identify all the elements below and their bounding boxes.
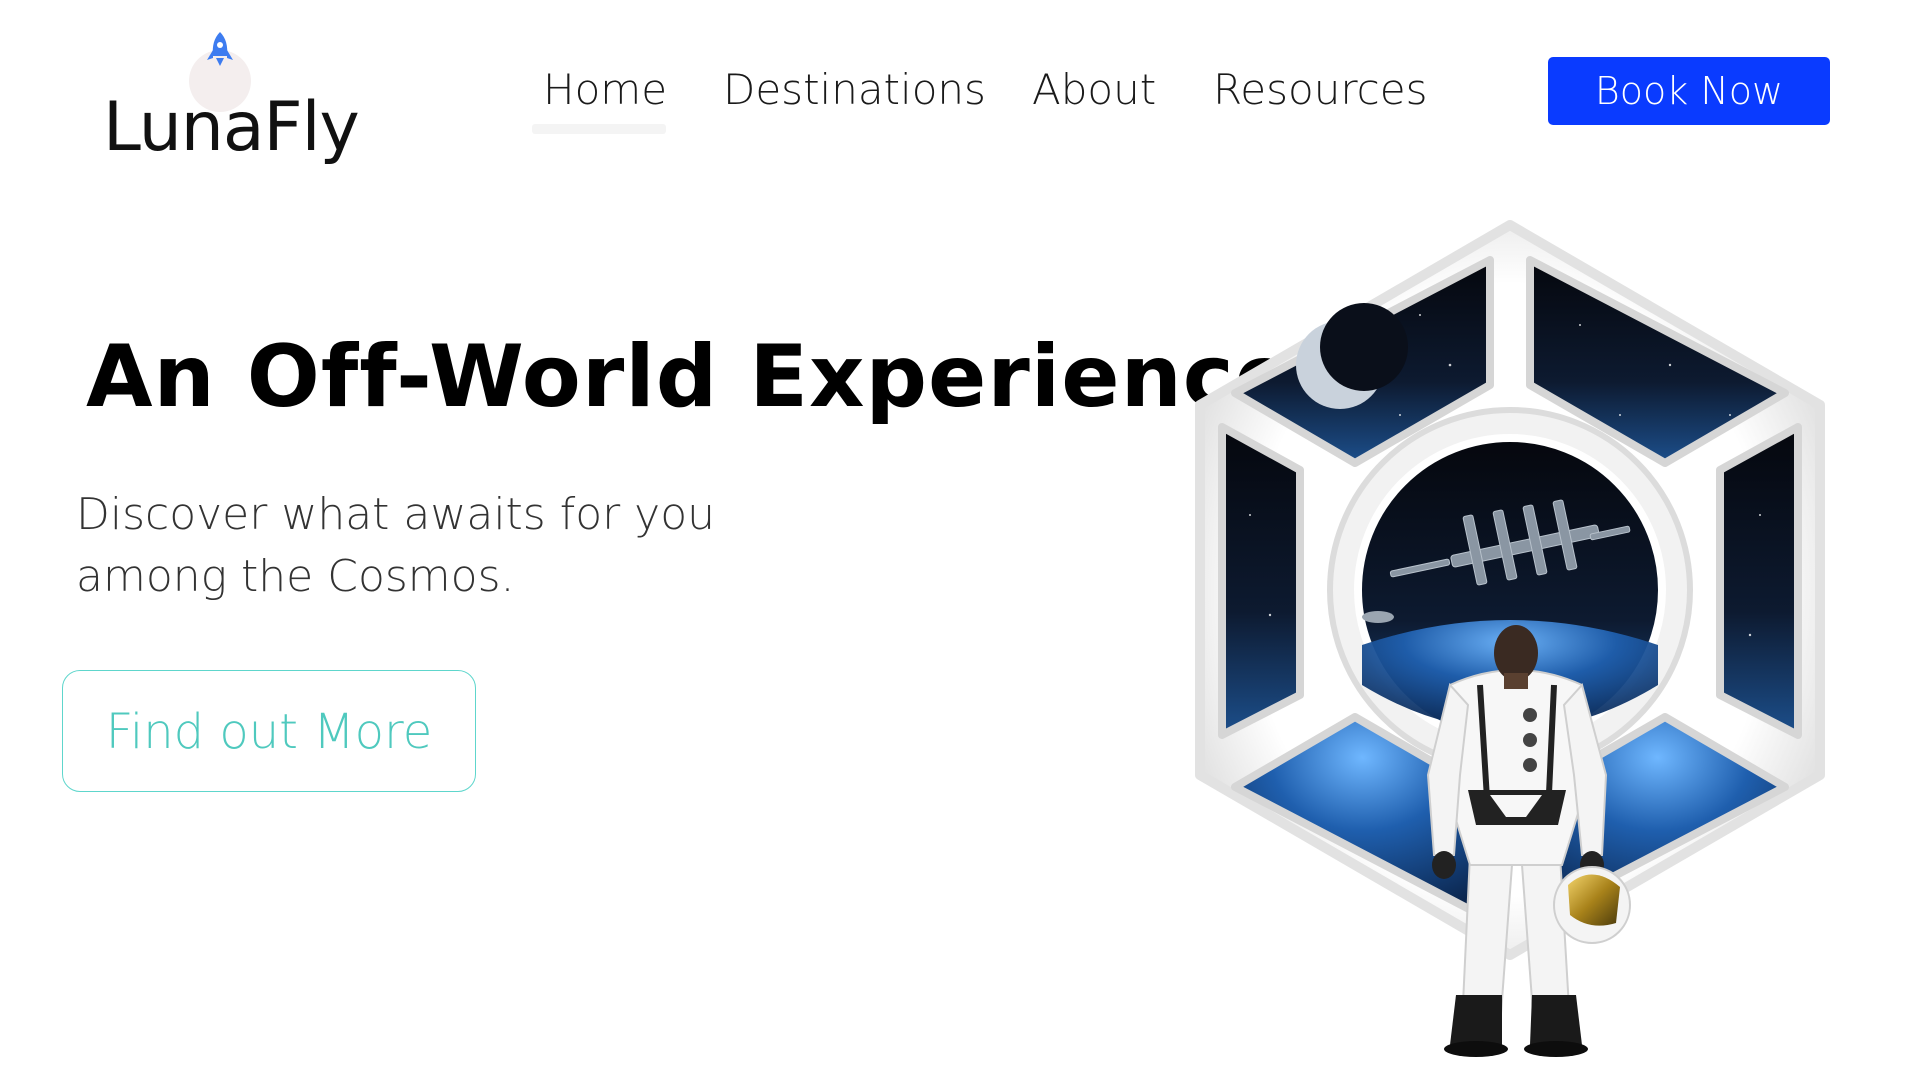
logo[interactable]: LunaFly <box>103 24 360 184</box>
landing-page: LunaFly Home Destinations About Resource… <box>0 0 1920 1080</box>
viewport-window-right <box>1716 423 1802 739</box>
viewport-window-left <box>1218 423 1304 739</box>
nav-active-indicator <box>532 124 666 134</box>
hero-subtitle-line-1: Discover what awaits for you <box>76 489 716 540</box>
hero-title: An Off-World Experience <box>86 327 1295 427</box>
brand-name: LunaFly <box>103 88 360 167</box>
hero-subtitle: Discover what awaits for you among the C… <box>76 484 716 608</box>
nav-item-home[interactable]: Home <box>543 60 667 120</box>
astronaut-viewport-illustration <box>1195 220 1825 1057</box>
find-out-more-button[interactable]: Find out More <box>62 670 476 792</box>
nav-item-destinations[interactable]: Destinations <box>723 60 986 120</box>
nav-item-resources[interactable]: Resources <box>1213 60 1428 120</box>
nav-item-about[interactable]: About <box>1032 60 1156 120</box>
hero-subtitle-line-2: among the Cosmos. <box>76 551 515 602</box>
book-now-button[interactable]: Book Now <box>1548 57 1830 125</box>
